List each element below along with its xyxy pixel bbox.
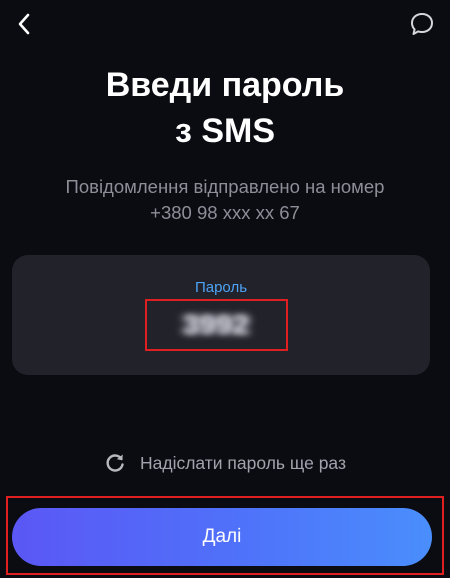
sms-sent-info: Повідомлення відправлено на номер +380 9… [0,174,450,226]
refresh-icon [106,454,124,472]
top-bar [0,0,450,50]
password-value[interactable]: 3992 [183,309,249,341]
next-button-highlight: Далі [6,496,444,575]
page-title-line-2: з SMS [174,112,276,150]
next-button[interactable]: Далі [12,508,432,566]
password-highlight-box: 3992 [145,299,288,351]
password-label: Пароль [194,279,248,296]
chat-button[interactable] [408,10,436,38]
back-button[interactable] [10,10,38,38]
chevron-left-icon [18,13,30,35]
resend-label: Надіслати пароль ще раз [139,452,346,473]
next-button-label: Далі [202,526,242,547]
resend-password-button[interactable]: Надіслати пароль ще раз [0,452,450,474]
chat-bubble-icon [411,13,433,35]
phone-number: +380 98 xxx xx 67 [150,202,300,223]
password-field[interactable]: Пароль 3992 [12,255,430,375]
page-title: Введи пароль з SMS [0,62,450,154]
sms-sent-text: Повідомлення відправлено на номер [65,176,385,197]
page-title-line-1: Введи пароль [105,66,345,104]
sms-password-screen: Введи пароль з SMS Повідомлення відправл… [0,0,450,578]
